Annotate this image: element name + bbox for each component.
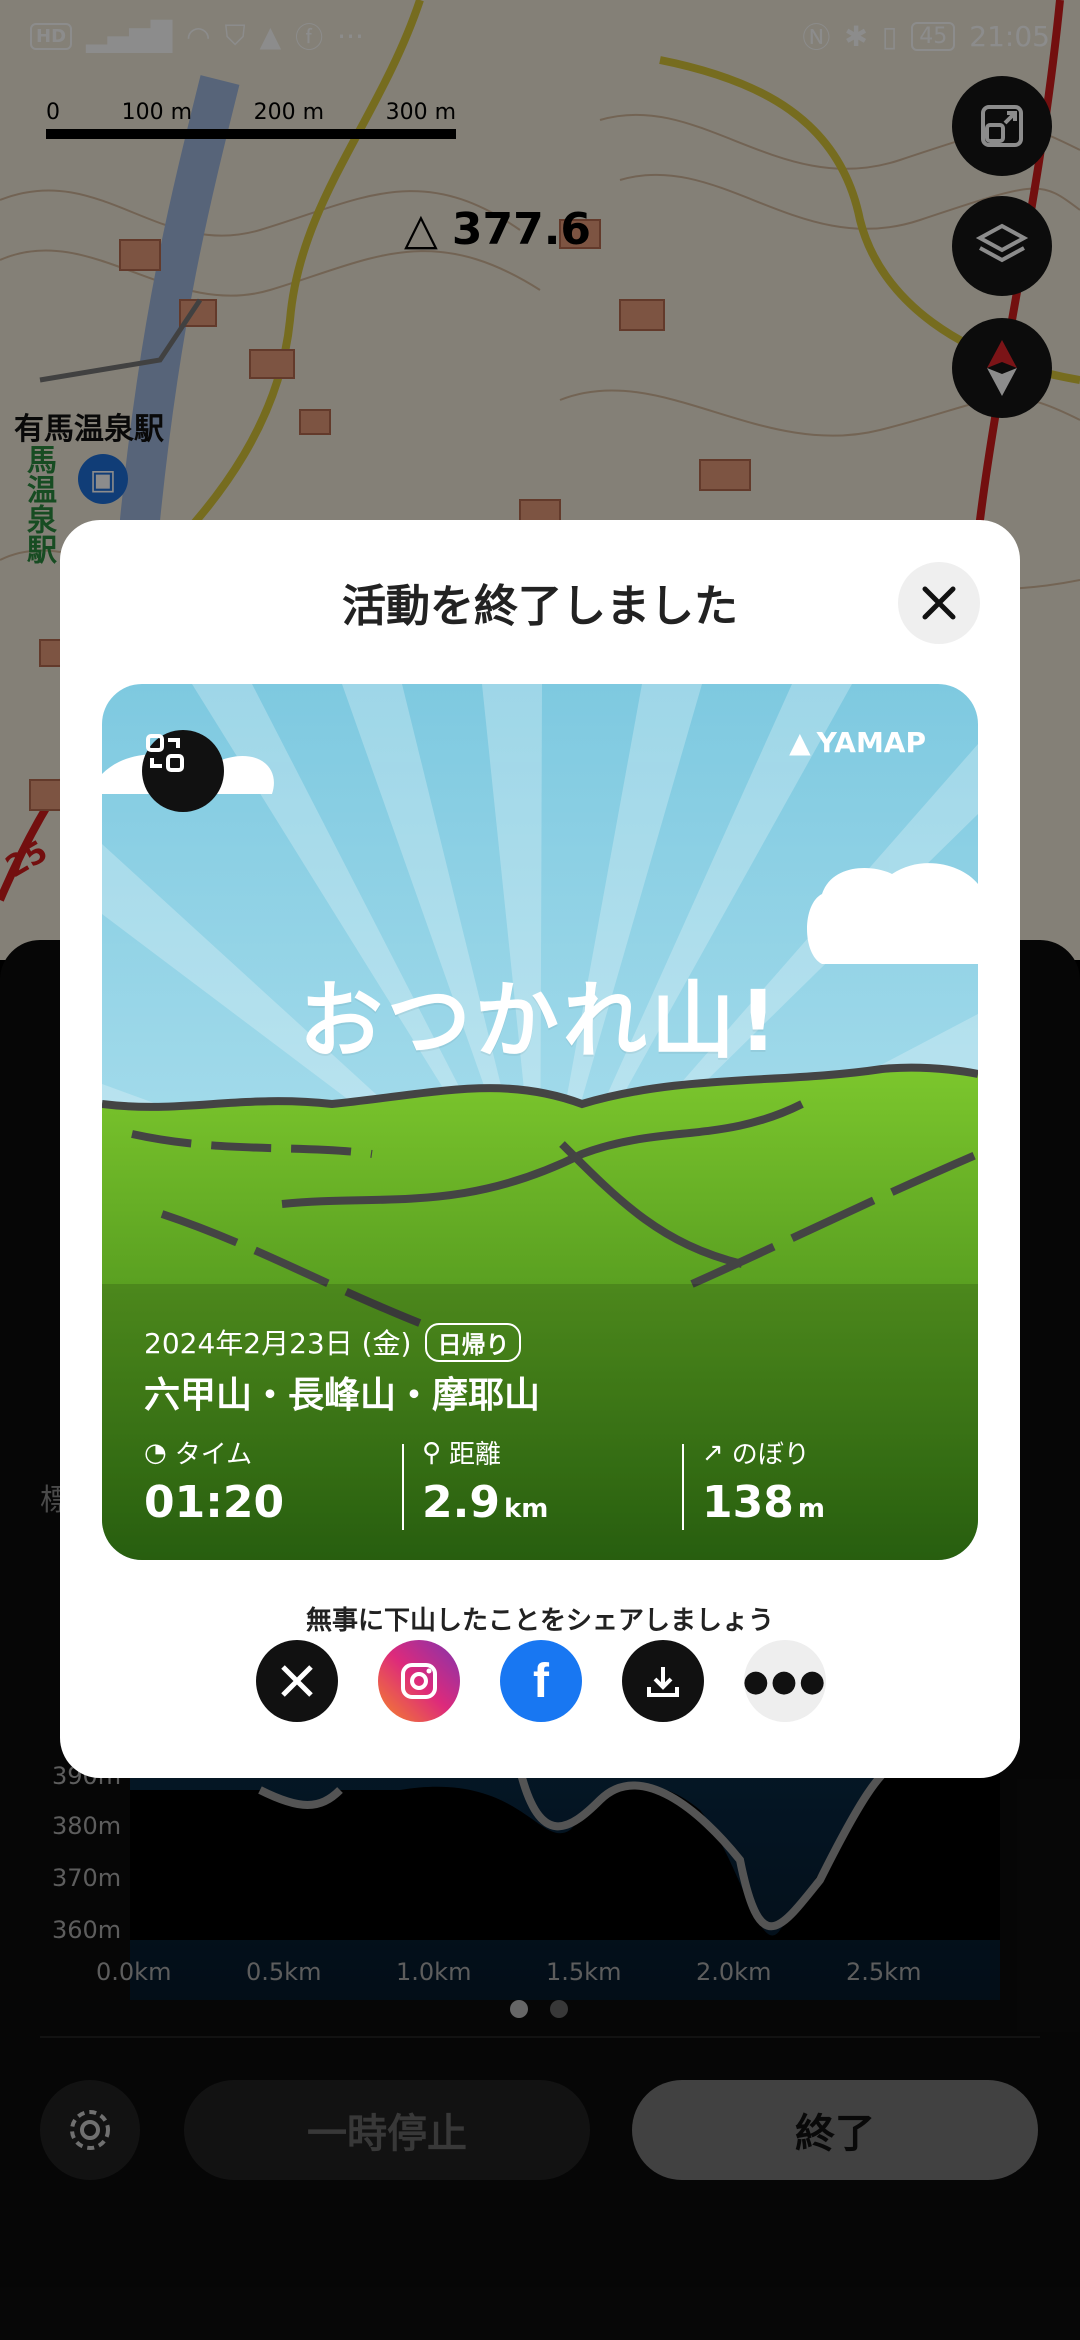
- activity-date-row: 2024年2月23日 (金) 日帰り: [144, 1322, 522, 1362]
- close-button[interactable]: [898, 562, 980, 644]
- dialog-title: 活動を終了しました: [342, 581, 738, 632]
- distance-label: 距離: [449, 1440, 502, 1470]
- share-instagram-button[interactable]: [378, 1640, 460, 1722]
- save-image-button[interactable]: [622, 1640, 704, 1722]
- ascent-icon: ↗: [702, 1437, 724, 1468]
- activity-complete-dialog: 活動を終了しました ▲ YAMAP おつかれ山! 2024年2月23日 (金) …: [60, 520, 1020, 1778]
- yamap-mountain-icon: ▲: [789, 726, 811, 759]
- share-message: 無事に下山したことをシェアしましょう: [305, 1606, 774, 1636]
- summary-card: ▲ YAMAP おつかれ山! 2024年2月23日 (金) 日帰り 六甲山・長峰…: [102, 684, 978, 1560]
- trip-type-badge: 日帰り: [425, 1322, 522, 1362]
- climb-stat: ↗ のぼり 138 m: [702, 1434, 825, 1529]
- climb-unit: m: [797, 1494, 825, 1524]
- more-icon: ●●●: [742, 1663, 828, 1699]
- share-more-button[interactable]: ●●●: [742, 1640, 828, 1722]
- stopwatch-icon: ◔: [144, 1437, 167, 1468]
- activity-date: 2024年2月23日 (金): [144, 1327, 412, 1360]
- distance-value: 2.9: [422, 1477, 500, 1528]
- share-facebook-button[interactable]: f: [500, 1640, 582, 1722]
- instagram-icon: [401, 1663, 437, 1699]
- download-icon: [647, 1667, 679, 1697]
- time-label: タイム: [174, 1440, 253, 1470]
- distance-stat: ⚲ 距離 2.9 km: [422, 1434, 549, 1529]
- share-x-button[interactable]: [256, 1640, 338, 1722]
- card-illustration: [102, 684, 978, 1560]
- time-stat: ◔ タイム 01:20: [144, 1434, 285, 1529]
- mountain-names: 六甲山・長峰山・摩耶山: [144, 1375, 541, 1416]
- swap-design-button[interactable]: [142, 730, 224, 812]
- close-icon: [922, 586, 956, 620]
- time-value: 01:20: [144, 1477, 285, 1528]
- climb-value: 138: [702, 1477, 794, 1528]
- distance-unit: km: [503, 1494, 549, 1524]
- yamap-logo: ▲ YAMAP: [789, 726, 926, 759]
- stat-divider-2: [682, 1444, 684, 1530]
- brand-name: YAMAP: [816, 726, 926, 759]
- facebook-icon: f: [533, 1654, 549, 1708]
- route-icon: ⚲: [422, 1437, 442, 1468]
- swap-icon: [146, 734, 184, 772]
- x-icon: [281, 1665, 313, 1697]
- stat-divider-1: [402, 1444, 404, 1530]
- climb-label: のぼり: [731, 1440, 810, 1470]
- card-headline: おつかれ山!: [298, 972, 782, 1070]
